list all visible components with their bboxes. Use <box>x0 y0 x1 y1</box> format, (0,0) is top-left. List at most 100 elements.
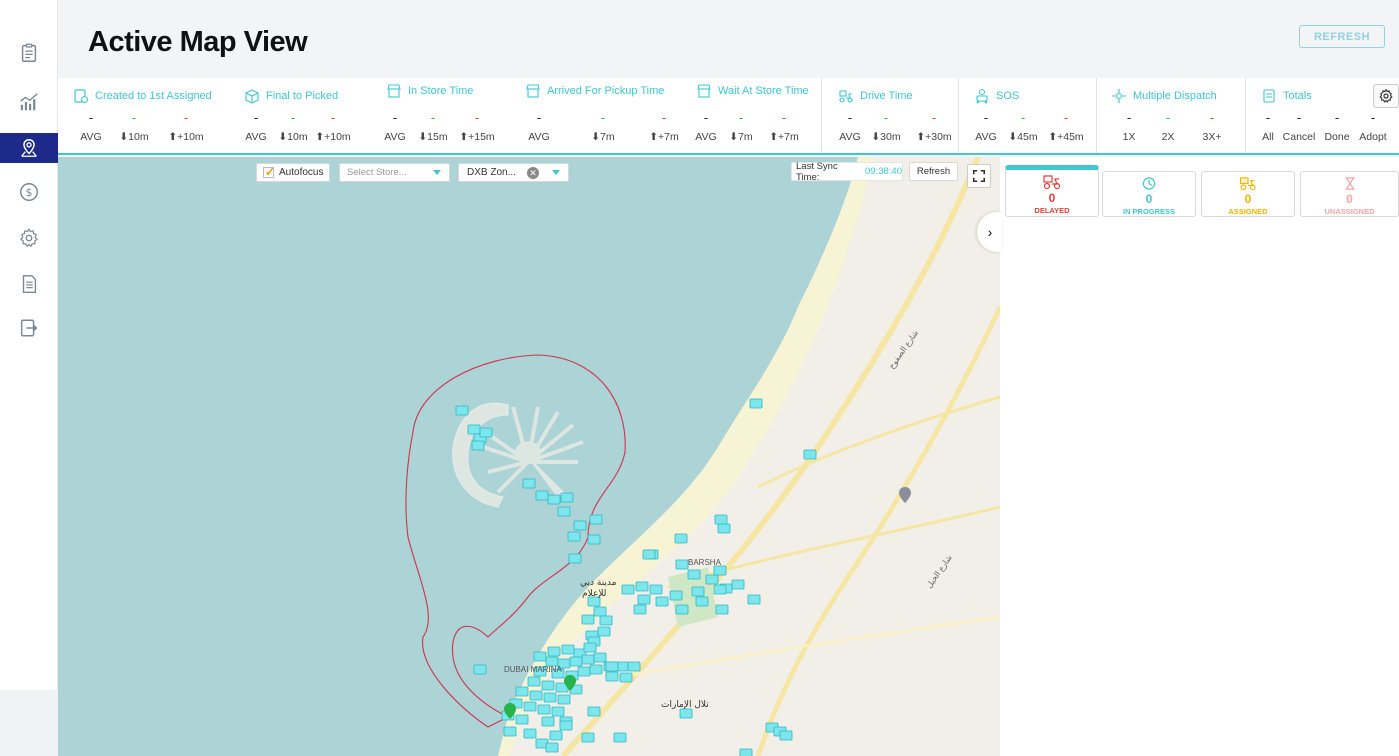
status-card-in-progress[interactable]: 0 IN PROGRESS <box>1102 171 1196 217</box>
chevron-down-icon <box>552 170 560 175</box>
order-icon <box>74 89 89 104</box>
delayed-count: 0 <box>1048 191 1056 205</box>
box-icon <box>245 89 259 104</box>
metric-avg-value: - <box>847 110 853 125</box>
metric-label: AVG <box>80 131 102 143</box>
clear-icon[interactable]: ✕ <box>527 167 539 179</box>
metric-title: Wait At Store Time <box>718 85 809 97</box>
place-label: مدينة دبي <box>580 578 617 588</box>
metric-totals[interactable]: Totals - All - Cancel - Done - Adopt <box>1261 78 1387 153</box>
metric-label: ⬆+7m <box>649 131 679 143</box>
autofocus-checkbox[interactable]: ✓ Autofocus <box>256 163 330 182</box>
metric-label: AVG <box>384 131 406 143</box>
metric-label: AVG <box>528 131 550 143</box>
nav-finance[interactable]: $ <box>0 177 58 207</box>
status-card-assigned[interactable]: 0 ASSIGNED <box>1201 171 1295 217</box>
metric-avg-value: - <box>983 110 989 125</box>
metric-high-value: - <box>474 110 480 125</box>
metric-created-to-assigned[interactable]: Created to 1st Assigned - AVG - ⬇10m - ⬆+10… <box>73 78 233 153</box>
map-canvas[interactable]: مدينة دبي للإعلام BARSHA DUBAI MARINA تل… <box>58 157 1000 756</box>
sos-rider-icon <box>976 88 988 104</box>
metric-divider <box>1096 78 1097 153</box>
metric-label: AVG <box>695 131 717 143</box>
metric-title: SOS <box>996 90 1020 102</box>
totals-icon <box>1263 89 1275 103</box>
store-select[interactable]: Select Store... <box>339 163 450 182</box>
zone-select[interactable]: DXB Zon... ✕ <box>458 163 569 182</box>
unassigned-label: UNASSIGNED <box>1324 207 1375 216</box>
status-card-unassigned[interactable]: 0 UNASSIGNED <box>1300 171 1399 217</box>
store-select-placeholder: Select Store... <box>347 167 407 178</box>
fullscreen-icon <box>972 169 986 183</box>
metric-high-value: - <box>330 110 336 125</box>
delayed-label: DELAYED <box>1034 206 1070 215</box>
metric-high-value: - <box>931 110 937 125</box>
in-progress-count: 0 <box>1145 192 1153 206</box>
metric-avg-value: - <box>88 110 94 125</box>
nav-map[interactable] <box>0 133 58 163</box>
last-sync-time: 09:38:40 <box>865 166 902 177</box>
store-icon <box>387 84 401 98</box>
in-progress-label: IN PROGRESS <box>1122 207 1176 216</box>
metric-multiple-dispatch[interactable]: Multiple Dispatch - 1X - 2X - 3X+ <box>1111 78 1241 153</box>
metric-label: ⬇7m <box>591 131 615 143</box>
nav-reports[interactable] <box>0 269 58 299</box>
refresh-button[interactable]: REFRESH <box>1299 25 1385 48</box>
nav-orders[interactable] <box>0 38 58 68</box>
check-icon: ✓ <box>263 165 276 179</box>
store-icon <box>697 84 711 98</box>
metric-drive-time[interactable]: Drive Time - AVG - ⬇30m - ⬆+30m <box>838 78 958 153</box>
metric-label: ⬆+30m <box>916 131 952 143</box>
metric-in-store-time[interactable]: In Store Time - AVG - ⬇15m - ⬆+15m <box>384 78 511 153</box>
metric-2x-value: - <box>1165 110 1171 125</box>
nav-settings[interactable] <box>0 223 58 253</box>
metric-title: Arrived For Pickup Time <box>547 85 665 97</box>
metric-title: Multiple Dispatch <box>1133 90 1217 102</box>
metric-label: Adopt <box>1359 131 1387 143</box>
clock-icon <box>1142 177 1156 190</box>
metric-avg-value: - <box>392 110 398 125</box>
metric-final-to-picked[interactable]: Final to Picked - AVG - ⬇10m - ⬆+10m <box>244 78 374 153</box>
metric-label: ⬆+45m <box>1048 131 1084 143</box>
metric-high-value: - <box>661 110 667 125</box>
assigned-scooter-icon <box>1239 177 1256 191</box>
metric-low-value: - <box>883 110 889 125</box>
metric-divider <box>958 78 959 153</box>
metric-label: ⬇10m <box>119 131 149 143</box>
metric-label: ⬇7m <box>729 131 753 143</box>
place-label: للإعلام <box>582 589 607 599</box>
metrics-settings-button[interactable] <box>1373 84 1399 108</box>
fullscreen-button[interactable] <box>967 164 991 188</box>
store-icon <box>526 84 540 98</box>
svg-text:$: $ <box>26 186 33 199</box>
map-refresh-button[interactable]: Refresh <box>909 162 958 181</box>
metric-arrived-for-pickup[interactable]: Arrived For Pickup Time - AVG - ⬇7m - ⬆+7m <box>525 78 679 153</box>
nav-analytics[interactable] <box>0 87 58 117</box>
metric-label: ⬇45m <box>1008 131 1038 143</box>
assigned-label: ASSIGNED <box>1228 207 1268 216</box>
metric-title: Drive Time <box>860 90 913 102</box>
status-card-delayed[interactable]: 0 DELAYED <box>1005 165 1099 217</box>
map-refresh-label: Refresh <box>916 166 951 177</box>
metric-title: Totals <box>1283 90 1312 102</box>
metric-low-value: - <box>738 110 744 125</box>
orders-panel: 0 DELAYED 0 IN PROGRESS 0 ASSIGNED 0 UNA… <box>1000 157 1399 756</box>
autofocus-label: Autofocus <box>279 167 324 178</box>
metric-label: 2X <box>1161 131 1175 143</box>
zone-select-value: DXB Zon... <box>467 167 516 178</box>
place-label: BARSHA <box>688 558 721 567</box>
metric-label: AVG <box>839 131 861 143</box>
metric-label: ⬇15m <box>418 131 448 143</box>
chevron-down-icon <box>433 170 441 175</box>
metric-label: ⬆+7m <box>769 131 799 143</box>
metric-wait-at-store[interactable]: Wait At Store Time - AVG - ⬇7m - ⬆+7m <box>695 78 826 153</box>
metric-label: Done <box>1324 131 1350 143</box>
metric-high-value: - <box>1063 110 1069 125</box>
metric-avg-value: - <box>536 110 542 125</box>
metric-sos[interactable]: SOS - AVG - ⬇45m - ⬆+45m <box>974 78 1099 153</box>
metric-divider <box>1245 78 1246 153</box>
map-pin-icon <box>21 139 37 157</box>
scooter-icon <box>839 90 853 103</box>
sidebar: $ <box>0 0 58 690</box>
nav-logout[interactable] <box>0 313 58 343</box>
